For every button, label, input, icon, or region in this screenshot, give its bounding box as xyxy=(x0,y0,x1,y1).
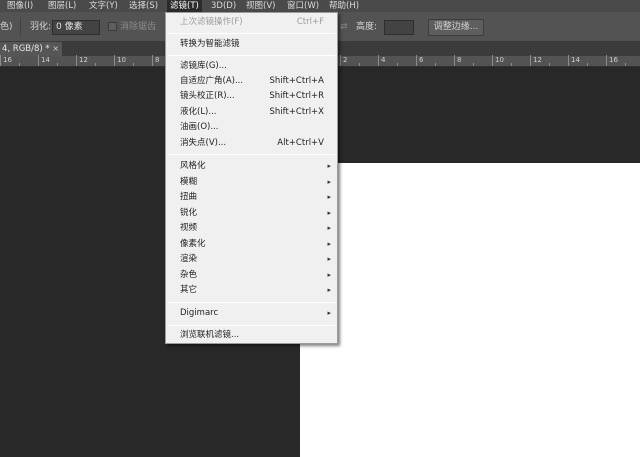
submenu-arrow-icon: ▸ xyxy=(327,193,331,201)
menu-item-last-filter: 上次滤镜操作(F) Ctrl+F xyxy=(166,15,337,30)
menu-item-blur[interactable]: 模糊 ▸ xyxy=(166,175,337,190)
menu-item-distort[interactable]: 扭曲 ▸ xyxy=(166,190,337,205)
menu-item-label: 其它 xyxy=(180,285,198,295)
menu-item-convert-smart-filter[interactable]: 转换为智能滤镜 xyxy=(166,37,337,52)
ruler-label: 10 xyxy=(495,56,504,64)
submenu-arrow-icon: ▸ xyxy=(327,240,331,248)
menu-item-label: 液化(L)... xyxy=(180,107,217,117)
submenu-arrow-icon: ▸ xyxy=(327,255,331,263)
menu-separator xyxy=(168,33,335,34)
menu-item-label: 转换为智能滤镜 xyxy=(180,39,240,49)
feather-label: 羽化: xyxy=(30,22,52,32)
menu-item-label: 渲染 xyxy=(180,254,198,264)
menu-item-shortcut: Shift+Ctrl+A xyxy=(269,76,324,86)
menu-item-label: Digimarc xyxy=(180,308,219,318)
ruler-label: 4 xyxy=(381,56,386,64)
menu-help[interactable]: 帮助(H) xyxy=(326,0,362,12)
submenu-arrow-icon: ▸ xyxy=(327,178,331,186)
submenu-arrow-icon: ▸ xyxy=(327,224,331,232)
menu-item-label: 自适应广角(A)... xyxy=(180,76,244,86)
refine-edge-button[interactable]: 调整边缘... xyxy=(428,19,484,36)
menu-item-label: 扭曲 xyxy=(180,192,198,202)
ruler-label: 8 xyxy=(457,56,462,64)
menu-item-label: 锐化 xyxy=(180,208,198,218)
document-tab[interactable]: 4, RGB/8) * × xyxy=(0,42,62,56)
menu-item-other[interactable]: 其它 ▸ xyxy=(166,283,337,298)
submenu-arrow-icon: ▸ xyxy=(327,286,331,294)
menu-3d[interactable]: 3D(D) xyxy=(208,0,239,12)
ruler-label: 2 xyxy=(343,56,348,64)
antialias-label: 消除锯齿 xyxy=(120,22,157,32)
ruler-label: 8 xyxy=(155,56,160,64)
menu-item-shortcut: Alt+Ctrl+V xyxy=(277,138,324,148)
close-icon[interactable]: × xyxy=(52,42,59,56)
ruler-label: 16 xyxy=(3,56,12,64)
menu-item-label: 镜头校正(R)... xyxy=(180,91,235,101)
menu-window[interactable]: 窗口(W) xyxy=(284,0,322,12)
menu-item-shortcut: Shift+Ctrl+X xyxy=(269,107,324,117)
ruler-label: 12 xyxy=(533,56,542,64)
document-tab-title: 4, RGB/8) * xyxy=(2,44,50,54)
menu-item-noise[interactable]: 杂色 ▸ xyxy=(166,268,337,283)
menu-item-shortcut: Ctrl+F xyxy=(296,17,324,27)
menu-layer[interactable]: 图层(L) xyxy=(45,0,79,12)
submenu-arrow-icon: ▸ xyxy=(327,162,331,170)
menu-separator xyxy=(168,55,335,56)
options-separator xyxy=(20,18,21,36)
menu-item-oil-paint[interactable]: 油画(O)... xyxy=(166,120,337,135)
menu-item-lens-correction[interactable]: 镜头校正(R)... Shift+Ctrl+R xyxy=(166,89,337,104)
ruler-label: 14 xyxy=(571,56,580,64)
menu-image[interactable]: 图像(I) xyxy=(4,0,36,12)
ruler-label: 10 xyxy=(117,56,126,64)
height-label: 高度: xyxy=(356,22,378,32)
menu-item-label: 模糊 xyxy=(180,177,198,187)
menu-select[interactable]: 选择(S) xyxy=(126,0,161,12)
menu-bar: 图像(I) 图层(L) 文字(Y) 选择(S) 滤镜(T) 3D(D) 视图(V… xyxy=(0,0,640,12)
menu-item-label: 风格化 xyxy=(180,161,206,171)
menu-filter[interactable]: 滤镜(T) xyxy=(167,0,202,12)
menu-item-label: 油画(O)... xyxy=(180,122,219,132)
menu-item-filter-gallery[interactable]: 滤镜库(G)... xyxy=(166,59,337,74)
menu-item-render[interactable]: 渲染 ▸ xyxy=(166,252,337,267)
options-fragment: 色) xyxy=(0,22,13,32)
menu-item-browse-online-filters[interactable]: 浏览联机滤镜... xyxy=(166,328,337,343)
filter-menu: 上次滤镜操作(F) Ctrl+F 转换为智能滤镜 滤镜库(G)... 自适应广角… xyxy=(165,12,338,344)
submenu-arrow-icon: ▸ xyxy=(327,309,331,317)
menu-item-shortcut: Shift+Ctrl+R xyxy=(269,91,324,101)
submenu-arrow-icon: ▸ xyxy=(327,271,331,279)
menu-view[interactable]: 视图(V) xyxy=(243,0,278,12)
menu-item-pixelate[interactable]: 像素化 ▸ xyxy=(166,237,337,252)
menu-item-label: 滤镜库(G)... xyxy=(180,61,227,71)
document-canvas[interactable] xyxy=(300,163,640,457)
menu-item-video[interactable]: 视频 ▸ xyxy=(166,221,337,236)
menu-item-adaptive-wide-angle[interactable]: 自适应广角(A)... Shift+Ctrl+A xyxy=(166,74,337,89)
menu-item-digimarc[interactable]: Digimarc ▸ xyxy=(166,306,337,321)
menu-item-sharpen[interactable]: 锐化 ▸ xyxy=(166,206,337,221)
menu-item-label: 浏览联机滤镜... xyxy=(180,330,240,340)
ruler-label: 14 xyxy=(41,56,50,64)
antialias-checkbox[interactable] xyxy=(108,22,117,31)
feather-input[interactable]: 0 像素 xyxy=(52,20,100,35)
menu-item-stylize[interactable]: 风格化 ▸ xyxy=(166,159,337,174)
menu-item-label: 视频 xyxy=(180,223,198,233)
menu-item-label: 上次滤镜操作(F) xyxy=(180,17,243,27)
ruler-label: 12 xyxy=(79,56,88,64)
height-input[interactable] xyxy=(384,20,414,35)
menu-item-label: 像素化 xyxy=(180,239,206,249)
menu-separator xyxy=(168,154,335,155)
menu-item-label: 杂色 xyxy=(180,270,198,280)
menu-type[interactable]: 文字(Y) xyxy=(86,0,121,12)
ruler-label: 16 xyxy=(609,56,618,64)
swap-icon: ⇄ xyxy=(340,22,348,32)
ruler-label: 6 xyxy=(419,56,424,64)
menu-item-vanishing-point[interactable]: 消失点(V)... Alt+Ctrl+V xyxy=(166,136,337,151)
submenu-arrow-icon: ▸ xyxy=(327,209,331,217)
menu-separator xyxy=(168,302,335,303)
menu-item-liquify[interactable]: 液化(L)... Shift+Ctrl+X xyxy=(166,105,337,120)
menu-item-label: 消失点(V)... xyxy=(180,138,227,148)
menu-separator xyxy=(168,325,335,326)
